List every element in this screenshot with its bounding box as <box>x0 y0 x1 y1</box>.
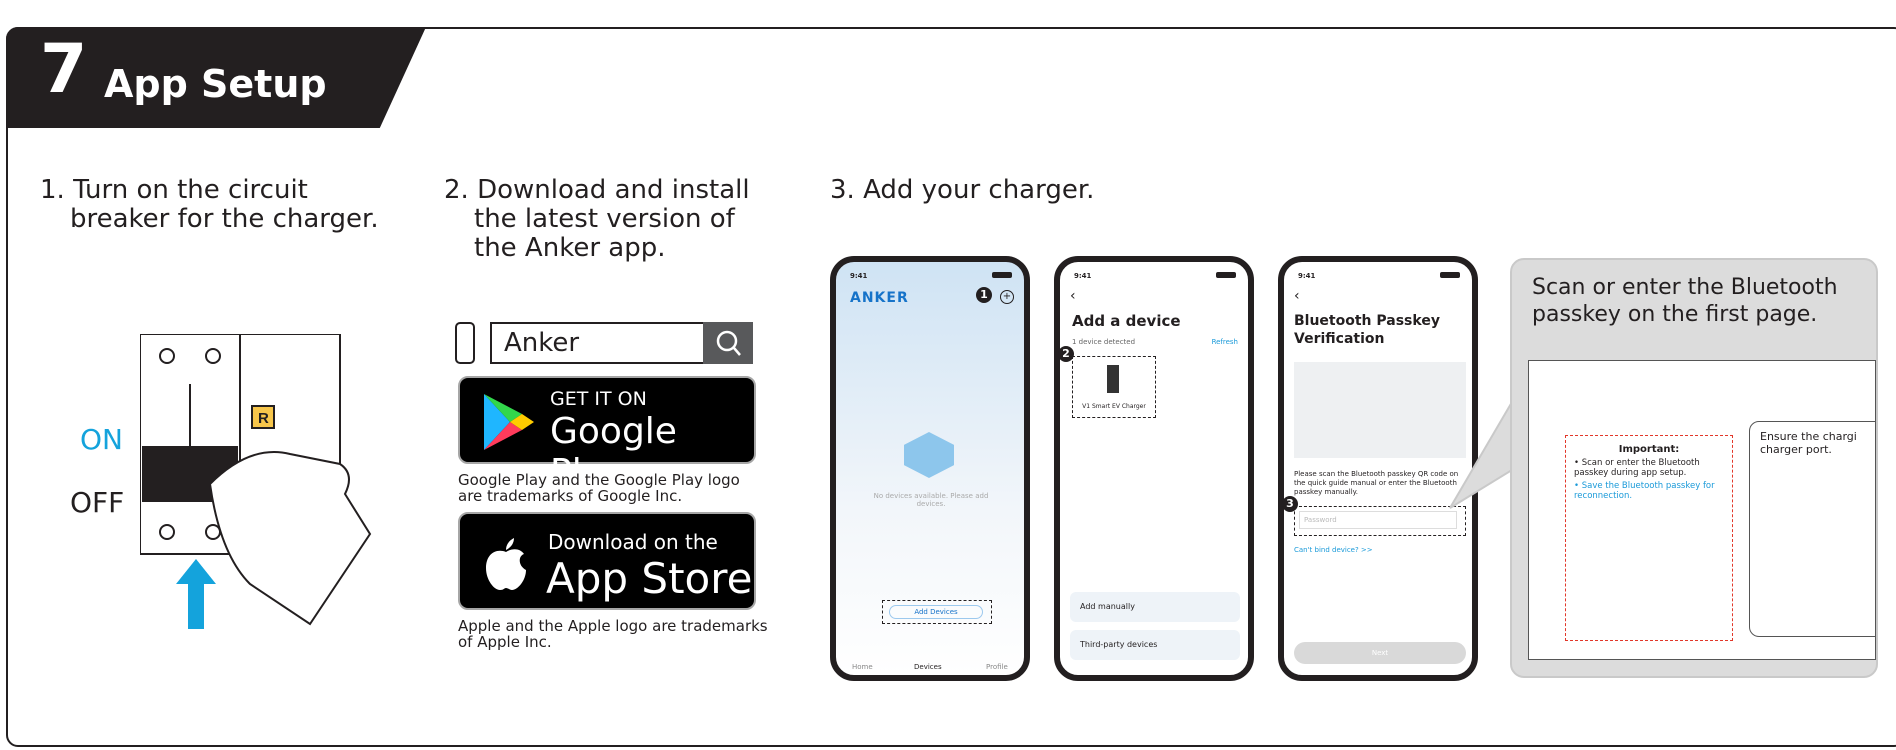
step-marker-3: 3 <box>1282 496 1298 512</box>
instruction-text: Please scan the Bluetooth passkey QR cod… <box>1294 470 1459 496</box>
third-party-option[interactable]: Third-party devices <box>1070 630 1240 660</box>
charger-icon <box>1107 365 1119 393</box>
detected-count: 1 device detected <box>1072 338 1136 346</box>
add-devices-button[interactable]: Add Devices <box>889 605 983 619</box>
back-icon[interactable]: ‹ <box>1294 288 1300 304</box>
step-marker-2: 2 <box>1058 346 1074 362</box>
circuit-breaker-illustration: R <box>140 334 372 629</box>
anker-logo: ANKER <box>850 290 909 306</box>
password-field[interactable]: Password <box>1299 511 1457 529</box>
add-device-icon[interactable]: + <box>1000 290 1014 304</box>
phone-screen-home: 9:41 ANKER + No devices available. Pleas… <box>830 256 1030 681</box>
screen-title: Add a device <box>1072 312 1181 330</box>
app-store-badge[interactable]: Download on the App Store <box>458 512 756 610</box>
device-card[interactable]: V1 Smart EV Charger <box>1072 356 1156 418</box>
empty-state-text: No devices available. Please add devices… <box>873 492 989 508</box>
apple-trademark-note: Apple and the Apple logo are trademarks … <box>458 617 768 651</box>
phone-screen-add-device: 9:41 ‹ Add a device 1 device detected Re… <box>1054 256 1254 681</box>
step2-instruction: 2. Download and install the latest versi… <box>444 175 750 263</box>
refresh-link[interactable]: Refresh <box>1212 338 1238 346</box>
charger-port-panel: Ensure the chargi charger port. <box>1749 421 1876 637</box>
step1-instruction: 1. Turn on the circuit breaker for the c… <box>40 175 379 234</box>
add-manually-option[interactable]: Add manually <box>1070 592 1240 622</box>
add-devices-highlight: Add Devices <box>882 600 992 624</box>
apple-icon <box>486 538 526 590</box>
qr-scan-illustration <box>1294 362 1466 458</box>
tab-profile[interactable]: Profile <box>986 663 1008 671</box>
search-input[interactable]: Anker <box>490 322 703 364</box>
quick-guide-page: Important: • Scan or enter the Bluetooth… <box>1528 360 1876 660</box>
google-play-badge[interactable]: GET IT ON Google Play <box>458 376 756 493</box>
phone-icon <box>455 322 475 364</box>
r-badge: R <box>258 410 269 427</box>
tab-devices[interactable]: Devices <box>914 663 942 671</box>
step-number: 7 <box>40 30 88 109</box>
search-icon[interactable] <box>703 322 753 364</box>
back-icon[interactable]: ‹ <box>1070 288 1076 304</box>
status-icons <box>1440 272 1460 278</box>
important-box: Important: • Scan or enter the Bluetooth… <box>1565 435 1733 641</box>
status-icons <box>992 272 1012 278</box>
callout-pointer <box>1449 400 1513 509</box>
callout-heading: Scan or enter the Bluetooth passkey on t… <box>1532 275 1838 327</box>
google-trademark-note: Google Play and the Google Play logo are… <box>458 471 740 505</box>
tab-home[interactable]: Home <box>852 663 873 671</box>
google-play-icon <box>484 394 534 450</box>
step3-instruction: 3. Add your charger. <box>830 175 1095 205</box>
on-label: ON <box>80 423 123 456</box>
empty-box-icon <box>904 432 954 478</box>
passkey-callout: Scan or enter the Bluetooth passkey on t… <box>1510 258 1878 678</box>
password-highlight: Password <box>1294 506 1466 536</box>
status-icons <box>1216 272 1236 278</box>
cant-bind-link[interactable]: Can't bind device? >> <box>1294 546 1373 554</box>
screen-title: Bluetooth Passkey Verification <box>1294 313 1440 347</box>
step-marker-1: 1 <box>976 287 992 303</box>
section-title: App Setup <box>104 62 327 106</box>
off-label: OFF <box>70 486 125 519</box>
next-button[interactable]: Next <box>1294 642 1466 664</box>
